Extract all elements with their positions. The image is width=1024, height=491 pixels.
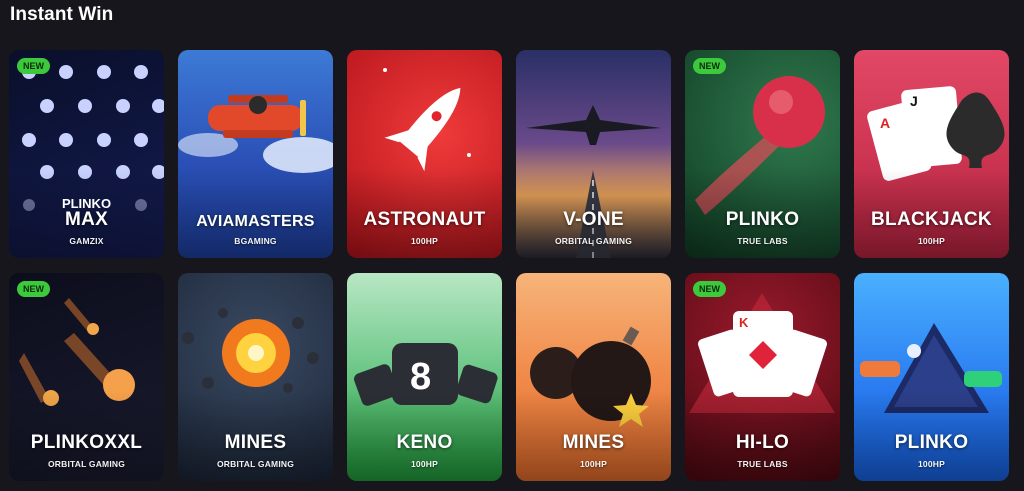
- game-provider: GAMZIX: [69, 236, 104, 246]
- svg-text:A: A: [880, 115, 890, 131]
- svg-text:J: J: [910, 93, 918, 109]
- game-provider: BGAMING: [234, 236, 277, 246]
- game-card-blackjack[interactable]: J A BLACKJACK 100HP: [854, 50, 1009, 258]
- game-card-plinkoxxl[interactable]: NEW PLINKOXXL ORBITAL GAMING: [9, 273, 164, 481]
- game-card-plinko-true-labs[interactable]: NEW PLINKO TRUE LABS: [685, 50, 840, 258]
- game-title: AVIAMASTERS: [196, 213, 315, 230]
- game-card-plinko-max[interactable]: NEW PLINKO MAX GAMZIX: [9, 50, 164, 258]
- game-provider: 100HP: [411, 236, 438, 246]
- new-badge: NEW: [693, 58, 726, 74]
- game-provider: 100HP: [411, 459, 438, 469]
- game-title: HI-LO: [735, 432, 790, 453]
- game-title: MINES: [562, 432, 625, 453]
- game-card-aviamasters[interactable]: AVIAMASTERS BGAMING: [178, 50, 333, 258]
- game-card-astronaut[interactable]: ASTRONAUT 100HP: [347, 50, 502, 258]
- game-title: KENO: [396, 432, 453, 453]
- game-title: MINES: [224, 432, 287, 453]
- game-provider: 100HP: [918, 236, 945, 246]
- section-title: Instant Win: [10, 4, 114, 25]
- game-title: ASTRONAUT: [363, 209, 486, 230]
- game-provider: TRUE LABS: [737, 459, 788, 469]
- game-card-v-one[interactable]: V-ONE ORBITAL GAMING: [516, 50, 671, 258]
- game-provider: ORBITAL GAMING: [216, 459, 295, 469]
- game-provider: ORBITAL GAMING: [47, 459, 126, 469]
- game-title: BLACKJACK: [871, 209, 992, 230]
- game-provider: 100HP: [918, 459, 945, 469]
- game-title: PLINKO: [725, 209, 800, 230]
- game-title: PLINKOXXL: [30, 432, 143, 453]
- game-card-hi-lo[interactable]: K NEW HI-LO TRUE LABS: [685, 273, 840, 481]
- game-card-plinko-100hp[interactable]: PLINKO 100HP: [854, 273, 1009, 481]
- game-card-mines-orbital[interactable]: MINES ORBITAL GAMING: [178, 273, 333, 481]
- game-provider: 100HP: [580, 459, 607, 469]
- new-badge: NEW: [693, 281, 726, 297]
- game-card-mines-100hp[interactable]: MINES 100HP: [516, 273, 671, 481]
- game-title: MAX: [64, 209, 109, 230]
- game-card-keno[interactable]: 8 KENO 100HP: [347, 273, 502, 481]
- new-badge: NEW: [17, 58, 50, 74]
- game-provider: TRUE LABS: [737, 236, 788, 246]
- game-title: PLINKO: [894, 432, 969, 453]
- new-badge: NEW: [17, 281, 50, 297]
- svg-text:K: K: [739, 315, 749, 330]
- game-title: V-ONE: [563, 209, 624, 230]
- game-provider: ORBITAL GAMING: [554, 236, 633, 246]
